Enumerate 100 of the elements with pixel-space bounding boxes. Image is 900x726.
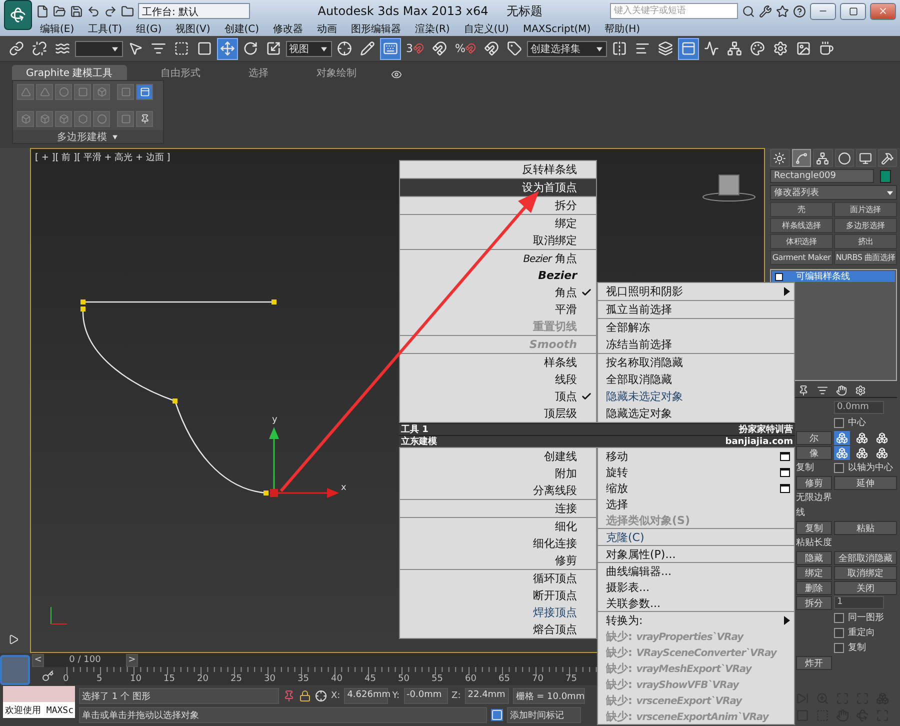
checkbox[interactable] — [834, 628, 844, 638]
panel-button[interactable]: 全部取消隐藏 — [834, 550, 897, 564]
next-frame-button[interactable]: > — [126, 654, 138, 666]
configure-icon[interactable] — [855, 384, 866, 396]
menu-item[interactable]: 细化 — [400, 518, 596, 535]
checkbox[interactable] — [834, 642, 844, 652]
panel-button[interactable]: 修剪 — [796, 476, 832, 490]
options-box-icon[interactable] — [780, 452, 790, 460]
panel-button[interactable]: 尔 — [796, 430, 832, 444]
menu-item[interactable]: 自定义(U) — [464, 22, 509, 36]
redo-icon[interactable] — [104, 4, 117, 18]
ribbon-tab[interactable]: Graphite 建模工具 — [12, 65, 127, 80]
listener-output[interactable]: 欢迎使用 MAXSc — [3, 702, 75, 718]
mode-toggle[interactable] — [874, 446, 890, 460]
help-icon[interactable] — [793, 4, 806, 18]
menu-item[interactable]: 反转样条线 — [400, 161, 596, 178]
dropdown[interactable] — [75, 40, 123, 56]
panel-button[interactable]: 炸开 — [796, 656, 832, 670]
dropdown[interactable]: 创建选择集 — [527, 40, 608, 56]
menu-item[interactable]: 创建(C) — [224, 22, 260, 36]
mode-toggle[interactable] — [854, 430, 870, 444]
ribbon-tab[interactable]: 选择 — [234, 65, 283, 80]
maximize-button[interactable] — [840, 2, 866, 20]
menu-item[interactable]: 断开顶点 — [400, 587, 596, 604]
panel-button[interactable]: 复制 — [796, 520, 832, 534]
modifier-button[interactable]: 壳 — [770, 202, 833, 217]
pin-icon[interactable] — [798, 384, 809, 396]
listener-field[interactable] — [3, 686, 75, 702]
panel-button[interactable]: 取消绑定 — [834, 566, 897, 580]
menu-item[interactable]: 克隆(C) — [598, 529, 794, 545]
menu-item[interactable]: 顶层级 — [400, 405, 596, 422]
menu-item[interactable]: 孤立当前选择 — [598, 301, 794, 318]
viewport-label[interactable]: [ + ][ 前 ][ 平滑 + 高光 + 边面 ] — [35, 151, 170, 164]
menu-item[interactable]: 焊接顶点 — [400, 604, 596, 621]
panel-button[interactable]: 绑定 — [796, 566, 832, 580]
menu-item[interactable]: 对象属性(P)... — [598, 546, 794, 562]
menu-item[interactable]: 视图(V) — [176, 22, 210, 36]
ribbon-tab[interactable]: 自由形式 — [146, 65, 215, 80]
save-icon[interactable] — [70, 4, 83, 18]
menu-item[interactable]: 动画 — [317, 22, 338, 36]
previous-frame-button[interactable]: < — [32, 654, 44, 666]
modifier-button[interactable]: 面片选择 — [834, 202, 897, 217]
panel-button[interactable]: 粘贴 — [834, 520, 897, 534]
menu-item[interactable]: 渲染(R) — [415, 22, 450, 36]
undo-icon[interactable] — [87, 4, 100, 18]
menu-item[interactable]: 设为首顶点 — [400, 179, 596, 196]
modifier-button[interactable]: Garment Maker — [770, 250, 833, 265]
mode-toggle[interactable] — [874, 430, 890, 444]
options-box-icon[interactable] — [780, 468, 790, 476]
menu-item[interactable]: 修改器 — [273, 22, 304, 36]
hand-icon[interactable] — [836, 384, 847, 396]
ribbon-tab[interactable]: 对象绘制 — [302, 65, 371, 80]
pin-icon[interactable] — [283, 690, 295, 702]
menu-item[interactable]: 修剪 — [400, 552, 596, 569]
panel-button[interactable]: 关闭 — [834, 580, 897, 594]
number-spinner[interactable]: 1 — [834, 596, 884, 609]
stack-item[interactable]: 可编辑样条线 — [772, 271, 895, 282]
menu-item[interactable]: 平滑 — [400, 301, 596, 318]
checkbox[interactable] — [834, 418, 844, 428]
hierarchy-tab[interactable] — [813, 149, 832, 167]
modifier-button[interactable]: 挤出 — [834, 234, 897, 249]
visibility-toggle-icon[interactable] — [775, 272, 783, 280]
menu-item[interactable]: 组(G) — [136, 22, 162, 36]
snap-toggle[interactable]: % — [452, 38, 480, 60]
menu-item[interactable]: 细化连接 — [400, 535, 596, 552]
menu-item[interactable]: 样条线 — [400, 354, 596, 371]
menu-item[interactable]: MAXScript(M) — [522, 24, 591, 34]
menu-item[interactable]: 顶点 — [400, 388, 596, 405]
panel-title-button[interactable]: 多边形建模 — [13, 130, 163, 143]
menu-item[interactable]: 角点 — [400, 284, 596, 301]
search-icon[interactable] — [742, 4, 756, 18]
checkbox[interactable] — [834, 612, 844, 622]
checkbox[interactable] — [834, 462, 844, 472]
mode-toggle[interactable] — [834, 446, 850, 460]
new-file-icon[interactable] — [36, 4, 49, 18]
modifier-button[interactable]: 样条线选择 — [770, 218, 833, 233]
toggle-icon[interactable] — [390, 69, 402, 80]
object-color-swatch[interactable] — [880, 170, 891, 182]
move-tool[interactable] — [217, 38, 238, 60]
app-logo[interactable] — [4, 0, 32, 30]
menu-item[interactable]: 循环顶点 — [400, 570, 596, 587]
search-field[interactable]: 键入关键字或短语 — [610, 3, 738, 19]
menu-item[interactable]: 线段 — [400, 371, 596, 388]
sun-tab[interactable] — [770, 149, 790, 167]
time-tag-button[interactable]: 添加时间标记 — [507, 707, 581, 723]
curve-tab[interactable] — [792, 149, 811, 167]
menu-item[interactable]: 帮助(H) — [604, 22, 640, 36]
menu-item[interactable]: 拆分 — [400, 197, 596, 214]
menu-item[interactable]: 连接 — [400, 500, 596, 517]
object-name-field[interactable]: Rectangle009 — [770, 169, 874, 183]
snap-toggle[interactable]: 3 — [403, 38, 427, 60]
keyboard-tool[interactable] — [380, 38, 401, 60]
options-box-icon[interactable] — [780, 484, 790, 492]
menu-item[interactable]: 创建线 — [400, 448, 596, 465]
panel-button[interactable]: 隐藏 — [796, 550, 832, 564]
hammer-tab[interactable] — [878, 149, 897, 167]
time-tag-icon[interactable] — [491, 709, 503, 721]
wrench-icon[interactable] — [759, 4, 772, 18]
menu-item[interactable]: 绑定 — [400, 215, 596, 232]
menu-item[interactable]: 分离线段 — [400, 482, 596, 499]
